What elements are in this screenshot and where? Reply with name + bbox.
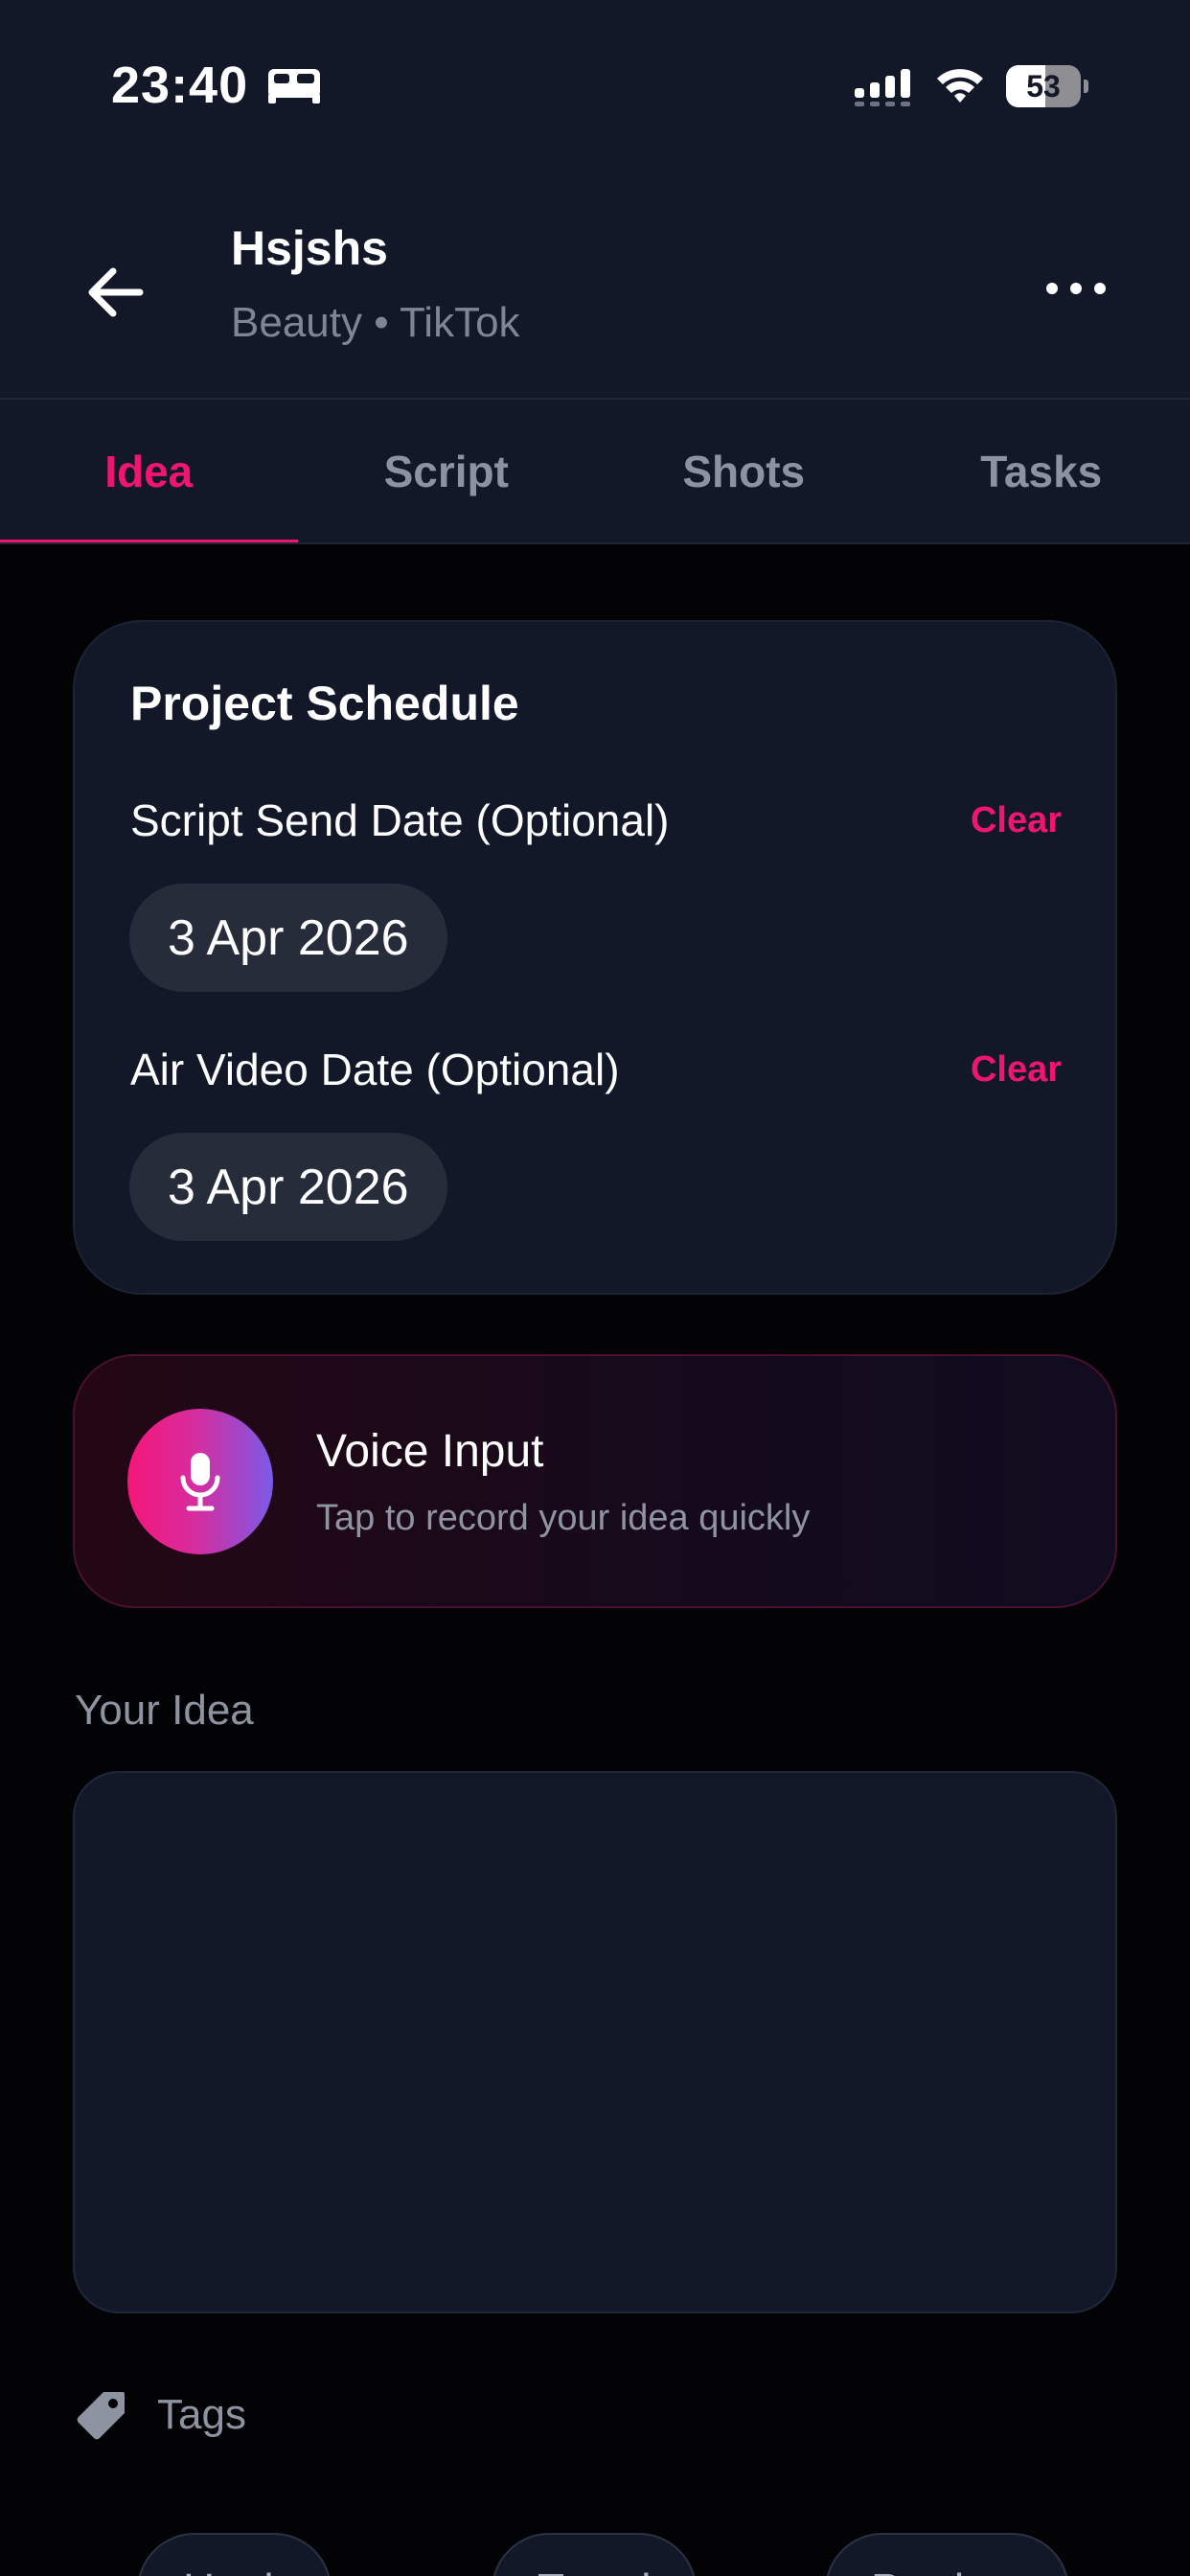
tab-bar: Idea Script Shots Tasks (0, 400, 1190, 543)
status-bar: 23:40 53 (0, 0, 1190, 172)
project-schedule-card: Project Schedule Script Send Date (Optio… (73, 620, 1117, 1295)
tag-icon (77, 2392, 125, 2440)
battery-icon: 53 (1006, 65, 1088, 107)
clear-script-send-date-button[interactable]: Clear (971, 800, 1062, 841)
voice-input-subtitle: Tap to record your idea quickly (316, 1498, 811, 1538)
battery-percentage: 53 (1026, 69, 1061, 104)
idea-text-input[interactable] (73, 1771, 1117, 2313)
wifi-icon (937, 69, 983, 103)
back-arrow-icon (88, 267, 144, 317)
signal-icon (855, 69, 910, 106)
tab-idea[interactable]: Idea (0, 400, 298, 543)
tag-chip-product[interactable]: Product (825, 2533, 1069, 2576)
clear-air-video-date-button[interactable]: Clear (971, 1049, 1062, 1091)
project-title: Hsjshs (231, 221, 388, 275)
back-button[interactable] (77, 254, 153, 331)
microphone-icon (180, 1453, 220, 1511)
project-subtitle: Beauty • TikTok (231, 299, 520, 346)
script-send-date-picker[interactable]: 3 Apr 2026 (129, 884, 447, 992)
tags-header: Tags (75, 2386, 246, 2444)
air-video-date-label: Air Video Date (Optional) (130, 1045, 620, 1094)
voice-input-card[interactable]: Voice Input Tap to record your idea quic… (73, 1354, 1117, 1608)
more-options-button[interactable] (1035, 259, 1117, 318)
status-time: 23:40 (111, 57, 249, 114)
tags-label: Tags (157, 2391, 246, 2438)
tag-chip-trend[interactable]: Trend (492, 2533, 698, 2576)
navigation-bar: Hsjshs Beauty • TikTok (0, 192, 1190, 402)
voice-input-title: Voice Input (316, 1426, 544, 1477)
more-icon (1046, 283, 1058, 294)
tab-script[interactable]: Script (298, 400, 596, 543)
record-button[interactable] (127, 1409, 273, 1554)
schedule-title: Project Schedule (130, 677, 519, 730)
tag-chip-hook[interactable]: Hook (137, 2533, 332, 2576)
air-video-date-picker[interactable]: 3 Apr 2026 (129, 1133, 447, 1241)
tabs-divider (0, 542, 1190, 544)
script-send-date-label: Script Send Date (Optional) (130, 795, 670, 845)
tab-shots[interactable]: Shots (595, 400, 893, 543)
bed-icon (268, 69, 320, 104)
your-idea-label: Your Idea (75, 1687, 254, 1734)
tab-tasks[interactable]: Tasks (893, 400, 1190, 543)
